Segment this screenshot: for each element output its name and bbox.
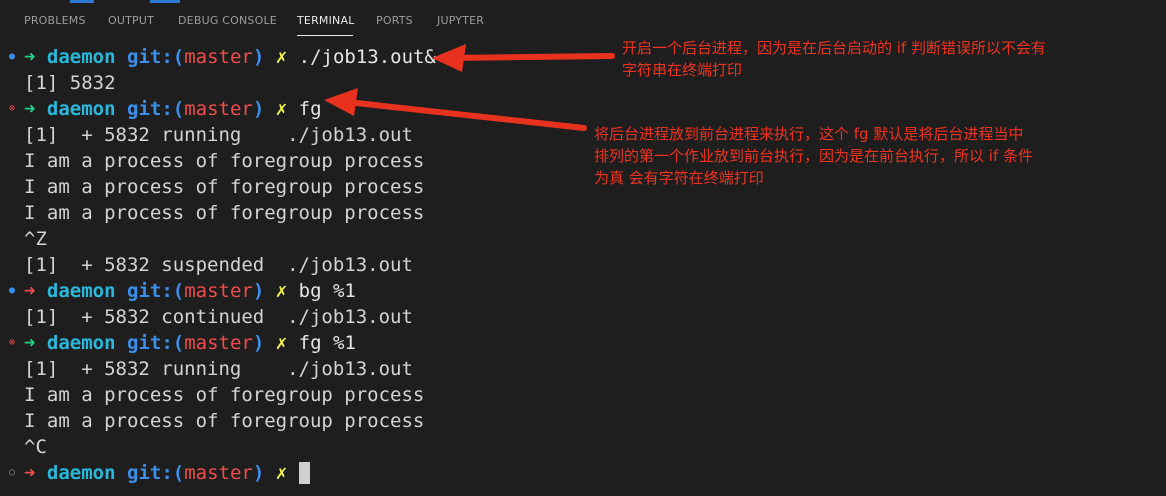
status-success-icon: ● <box>8 51 16 62</box>
output-line: [1] + 5832 running ./job13.out <box>24 124 413 146</box>
prompt-branch: master <box>184 462 253 484</box>
tab-terminal[interactable]: TERMINAL <box>297 14 355 27</box>
prompt-git-close: ) <box>252 332 265 354</box>
annotation-arrow-2-head <box>324 88 358 116</box>
prompt-line: ➜ daemon git:(master) ✗ bg %1 <box>24 278 356 304</box>
prompt-dirty-icon: ✗ <box>275 46 288 68</box>
command-text: fg <box>298 98 322 120</box>
output-line: ^C <box>24 436 47 458</box>
tab-ports[interactable]: PORTS <box>376 14 413 27</box>
prompt-line: ➜ daemon git:(master) ✗ ./job13.out& <box>24 44 436 70</box>
prompt-git-open: git:( <box>127 280 185 302</box>
terminal-cursor[interactable] <box>298 462 310 484</box>
prompt-dirty-icon: ✗ <box>275 280 288 302</box>
prompt-dir: daemon <box>46 462 116 484</box>
output-line: I am a process of foregroup process <box>24 176 425 198</box>
prompt-git-close: ) <box>252 46 265 68</box>
output-line: [1] + 5832 continued ./job13.out <box>24 306 413 328</box>
prompt-line: ➜ daemon git:(master) ✗ fg <box>24 96 322 122</box>
prompt-dir: daemon <box>46 332 116 354</box>
prompt-dir: daemon <box>46 98 116 120</box>
prompt-git-open: git:( <box>127 98 185 120</box>
command-text: bg %1 <box>298 280 356 302</box>
active-tab-indicator <box>297 35 353 36</box>
prompt-dir: daemon <box>46 46 116 68</box>
annotation-line: 为真 会有字符在终端打印 <box>594 169 764 187</box>
output-line: [1] + 5832 running ./job13.out <box>24 358 413 380</box>
prompt-git-open: git:( <box>127 332 185 354</box>
annotation-note-2: 将后台进程放到前台进程来执行，这个 fg 默认是将后台进程当中 排列的第一个作业… <box>594 123 1033 189</box>
output-line: [1] + 5832 suspended ./job13.out <box>24 254 413 276</box>
prompt-dirty-icon: ✗ <box>275 332 288 354</box>
accent-segment <box>70 0 94 3</box>
prompt-branch: master <box>184 280 253 302</box>
prompt-arrow-icon: ➜ <box>24 332 36 354</box>
prompt-dirty-icon: ✗ <box>275 98 288 120</box>
tab-output[interactable]: OUTPUT <box>108 14 154 27</box>
annotation-line: 字符串在终端打印 <box>622 61 743 79</box>
prompt-dirty-icon: ✗ <box>275 462 288 484</box>
prompt-dir: daemon <box>46 280 116 302</box>
prompt-git-close: ) <box>252 98 265 120</box>
prompt-git-open: git:( <box>127 462 185 484</box>
status-error-icon: ⊗ <box>8 103 16 114</box>
annotation-arrow-1 <box>445 53 615 61</box>
annotation-line: 排列的第一个作业放到前台执行，因为是在前台执行，所以 if 条件 <box>594 147 1033 165</box>
annotation-line: 将后台进程放到前台进程来执行，这个 fg 默认是将后台进程当中 <box>594 125 1024 143</box>
command-text: fg %1 <box>298 332 356 354</box>
command-text: ./job13.out& <box>298 46 436 68</box>
tab-jupyter[interactable]: JUPYTER <box>437 14 484 27</box>
prompt-arrow-icon: ➜ <box>24 46 36 68</box>
panel-tab-bar: PROBLEMS OUTPUT DEBUG CONSOLE TERMINAL P… <box>0 4 1166 40</box>
prompt-git-open: git:( <box>127 46 185 68</box>
prompt-branch: master <box>184 332 253 354</box>
output-line: I am a process of foregroup process <box>24 150 425 172</box>
output-line: [1] 5832 <box>24 72 116 94</box>
tab-debug-console[interactable]: DEBUG CONSOLE <box>178 14 277 27</box>
prompt-arrow-icon: ➜ <box>24 462 36 484</box>
output-line: I am a process of foregroup process <box>24 202 425 224</box>
annotation-note-1: 开启一个后台进程，因为是在后台启动的 if 判断错误所以不会有 字符串在终端打印 <box>622 37 1046 81</box>
output-line: I am a process of foregroup process <box>24 384 425 406</box>
annotation-line: 开启一个后台进程，因为是在后台启动的 if 判断错误所以不会有 <box>622 39 1046 57</box>
prompt-line: ➜ daemon git:(master) ✗ fg %1 <box>24 330 356 356</box>
output-line: ^Z <box>24 228 47 250</box>
prompt-branch: master <box>184 98 253 120</box>
prompt-line: ➜ daemon git:(master) ✗ <box>24 460 310 486</box>
status-success-icon: ● <box>8 285 16 296</box>
status-error-icon: ⊗ <box>8 337 16 348</box>
status-default-icon: ○ <box>8 467 16 478</box>
prompt-arrow-icon: ➜ <box>24 98 36 120</box>
prompt-arrow-icon: ➜ <box>24 280 36 302</box>
tab-problems[interactable]: PROBLEMS <box>24 14 86 27</box>
accent-segment <box>150 0 180 3</box>
prompt-git-close: ) <box>252 462 265 484</box>
prompt-branch: master <box>184 46 253 68</box>
prompt-git-close: ) <box>252 280 265 302</box>
output-line: I am a process of foregroup process <box>24 410 425 432</box>
annotation-arrow-1-head <box>432 44 466 72</box>
